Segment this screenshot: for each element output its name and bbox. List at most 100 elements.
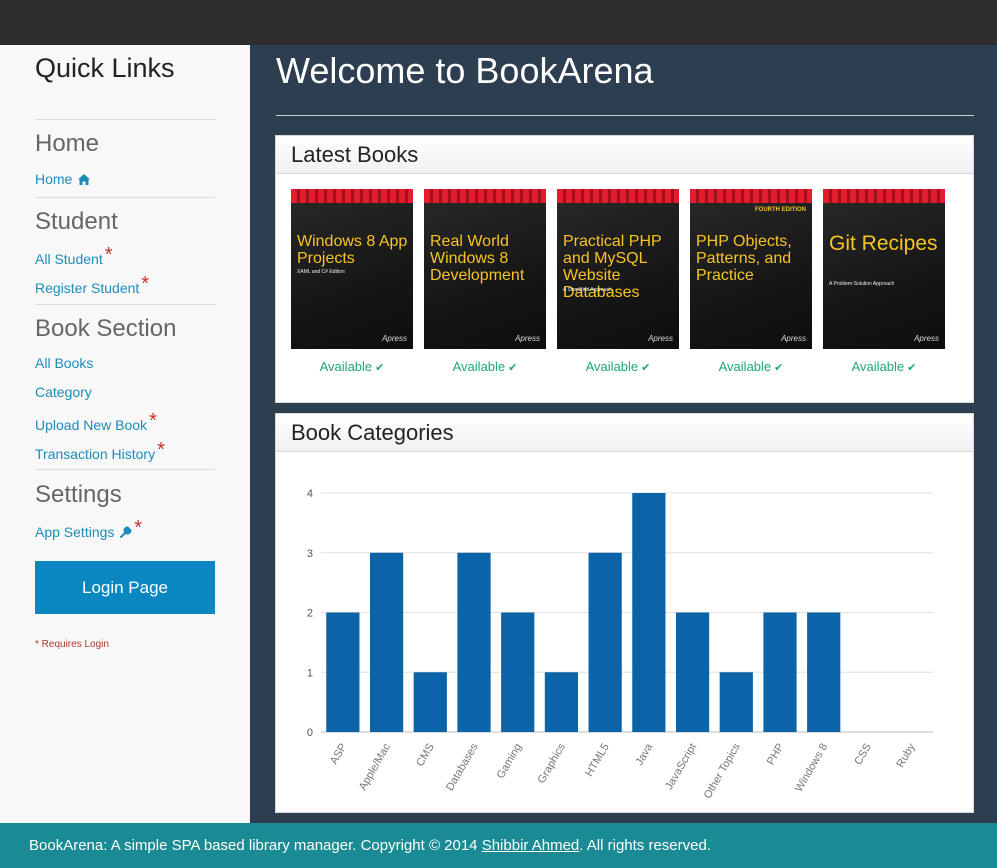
book-cover[interactable]: Real World Windows 8 Development Apress — [424, 189, 546, 349]
bar[interactable] — [369, 552, 404, 732]
book-subtitle: A Problem-Solution Approach — [829, 281, 895, 287]
publisher-logo: Apress — [382, 334, 407, 343]
categories-bar-chart: 0 1 2 3 4 ASP Apple/Mac CMS Databases Gaming Graph… — [307, 488, 933, 801]
sidebar-link-label: All Books — [35, 355, 94, 371]
sidebar-link-transaction-history[interactable]: Transaction History * — [35, 439, 165, 465]
x-tick-label: CSS — [852, 742, 874, 768]
home-icon — [78, 174, 91, 185]
book-title: Real World Windows 8 Development — [430, 233, 525, 284]
cover-band — [424, 189, 546, 203]
x-tick-label: Apple/Mac — [357, 741, 394, 792]
book-item[interactable]: Real World Windows 8 Development Apress … — [424, 189, 546, 374]
cover-band — [557, 189, 679, 203]
bar[interactable] — [544, 672, 579, 732]
author-link[interactable]: Shibbir Ahmed — [482, 837, 580, 854]
book-item[interactable]: Practical PHP and MySQL Website Database… — [557, 189, 679, 374]
x-tick-label: Other Topics — [702, 741, 743, 801]
bar[interactable] — [675, 612, 710, 733]
bar[interactable] — [588, 552, 622, 732]
login-page-button[interactable]: Login Page — [35, 561, 215, 614]
x-tick-label: HTML5 — [583, 742, 611, 779]
cover-band — [690, 189, 812, 203]
page-title: Welcome to BookArena — [276, 50, 654, 91]
footer-text-end: . All rights reserved. — [579, 837, 711, 854]
footer: BookArena: A simple SPA based library ma… — [0, 823, 997, 868]
x-tick-label: Gaming — [495, 742, 525, 781]
y-tick-label: 3 — [307, 548, 313, 560]
requires-login-star: * — [141, 273, 150, 295]
bar[interactable] — [326, 612, 360, 733]
sidebar-link-app-settings[interactable]: App Settings * — [35, 517, 142, 543]
bar[interactable] — [719, 672, 753, 732]
status-label: Available — [718, 359, 772, 374]
book-cover[interactable]: Windows 8 App Projects XAML and C# Editi… — [291, 189, 413, 349]
y-tick-label: 2 — [307, 608, 313, 620]
section-home: Home — [35, 130, 100, 157]
bar[interactable] — [457, 552, 491, 732]
sidebar-link-all-books[interactable]: All Books — [35, 355, 93, 371]
y-tick-label: 0 — [307, 727, 313, 739]
book-item[interactable]: FOURTH EDITION PHP Objects, Patterns, an… — [690, 189, 812, 374]
bar[interactable] — [807, 612, 841, 733]
book-cover[interactable]: Git Recipes A Problem-Solution Approach … — [823, 189, 945, 349]
book-categories-panel: Book Categories 0 1 2 3 4 ASP Apple/Mac CMS Data… — [275, 413, 974, 813]
x-tick-label: ASP — [328, 742, 349, 767]
publisher-logo: Apress — [648, 334, 673, 343]
book-edition: FOURTH EDITION — [755, 207, 806, 213]
divider — [35, 304, 215, 305]
y-tick-label: 1 — [307, 667, 313, 679]
divider — [35, 469, 215, 470]
check-icon: ✔ — [774, 362, 784, 374]
book-title: Git Recipes — [829, 232, 938, 255]
status-label: Available — [452, 359, 506, 374]
x-tick-label: PHP — [765, 742, 787, 768]
sidebar-link-label: Upload New Book — [35, 417, 148, 433]
x-tick-label: Graphics — [536, 741, 569, 786]
sidebar-link-all-student[interactable]: All Student * — [35, 244, 113, 270]
top-navbar — [0, 0, 997, 45]
book-title: Windows 8 App Projects — [297, 233, 408, 267]
sidebar-link-label: Register Student — [35, 280, 140, 296]
sidebar-link-label: All Student — [35, 251, 103, 267]
availability-status: Available ✔ — [852, 359, 917, 374]
x-tick-label: CMS — [414, 742, 437, 769]
book-list: Windows 8 App Projects XAML and C# Editi… — [291, 189, 945, 374]
bar[interactable] — [632, 493, 666, 732]
x-tick-label: Databases — [444, 741, 481, 793]
sidebar-link-upload-book[interactable]: Upload New Book * — [35, 410, 157, 436]
requires-login-star: * — [149, 410, 157, 432]
book-cover[interactable]: FOURTH EDITION PHP Objects, Patterns, an… — [690, 189, 812, 349]
check-icon: ✔ — [907, 362, 917, 374]
book-subtitle: A Simplified Approach — [563, 287, 612, 293]
status-label: Available — [585, 359, 639, 374]
publisher-logo: Apress — [914, 334, 939, 343]
book-cover[interactable]: Practical PHP and MySQL Website Database… — [557, 189, 679, 349]
publisher-logo: Apress — [781, 334, 806, 343]
sidebar-title: Quick Links — [35, 53, 175, 83]
status-label: Available — [851, 359, 905, 374]
requires-login-star: * — [104, 244, 113, 266]
x-tick-label: JavaScript — [663, 742, 699, 792]
sidebar-link-home[interactable]: Home — [35, 171, 91, 187]
latest-books-panel: Latest Books Windows 8 App Projects XAML… — [275, 135, 974, 403]
book-item[interactable]: Windows 8 App Projects XAML and C# Editi… — [291, 189, 413, 374]
title-divider — [276, 115, 974, 116]
bar[interactable] — [763, 612, 797, 733]
panel-heading: Book Categories — [276, 414, 973, 452]
publisher-logo: Apress — [515, 334, 540, 343]
panel-heading: Latest Books — [276, 136, 973, 174]
x-tick-label: Ruby — [895, 741, 918, 770]
bar[interactable] — [413, 672, 447, 732]
sidebar-link-register-student[interactable]: Register Student * — [35, 273, 150, 299]
cover-band — [291, 189, 413, 203]
sidebar-link-label: Transaction History — [35, 446, 156, 462]
check-icon: ✔ — [641, 362, 651, 374]
y-tick-label: 4 — [307, 488, 313, 500]
bar[interactable] — [501, 612, 535, 733]
section-settings: Settings — [35, 481, 122, 508]
section-book: Book Section — [35, 315, 177, 342]
availability-status: Available ✔ — [586, 359, 651, 374]
book-item[interactable]: Git Recipes A Problem-Solution Approach … — [823, 189, 945, 374]
sidebar-link-category[interactable]: Category — [35, 384, 92, 400]
requires-login-star: * — [157, 439, 165, 461]
